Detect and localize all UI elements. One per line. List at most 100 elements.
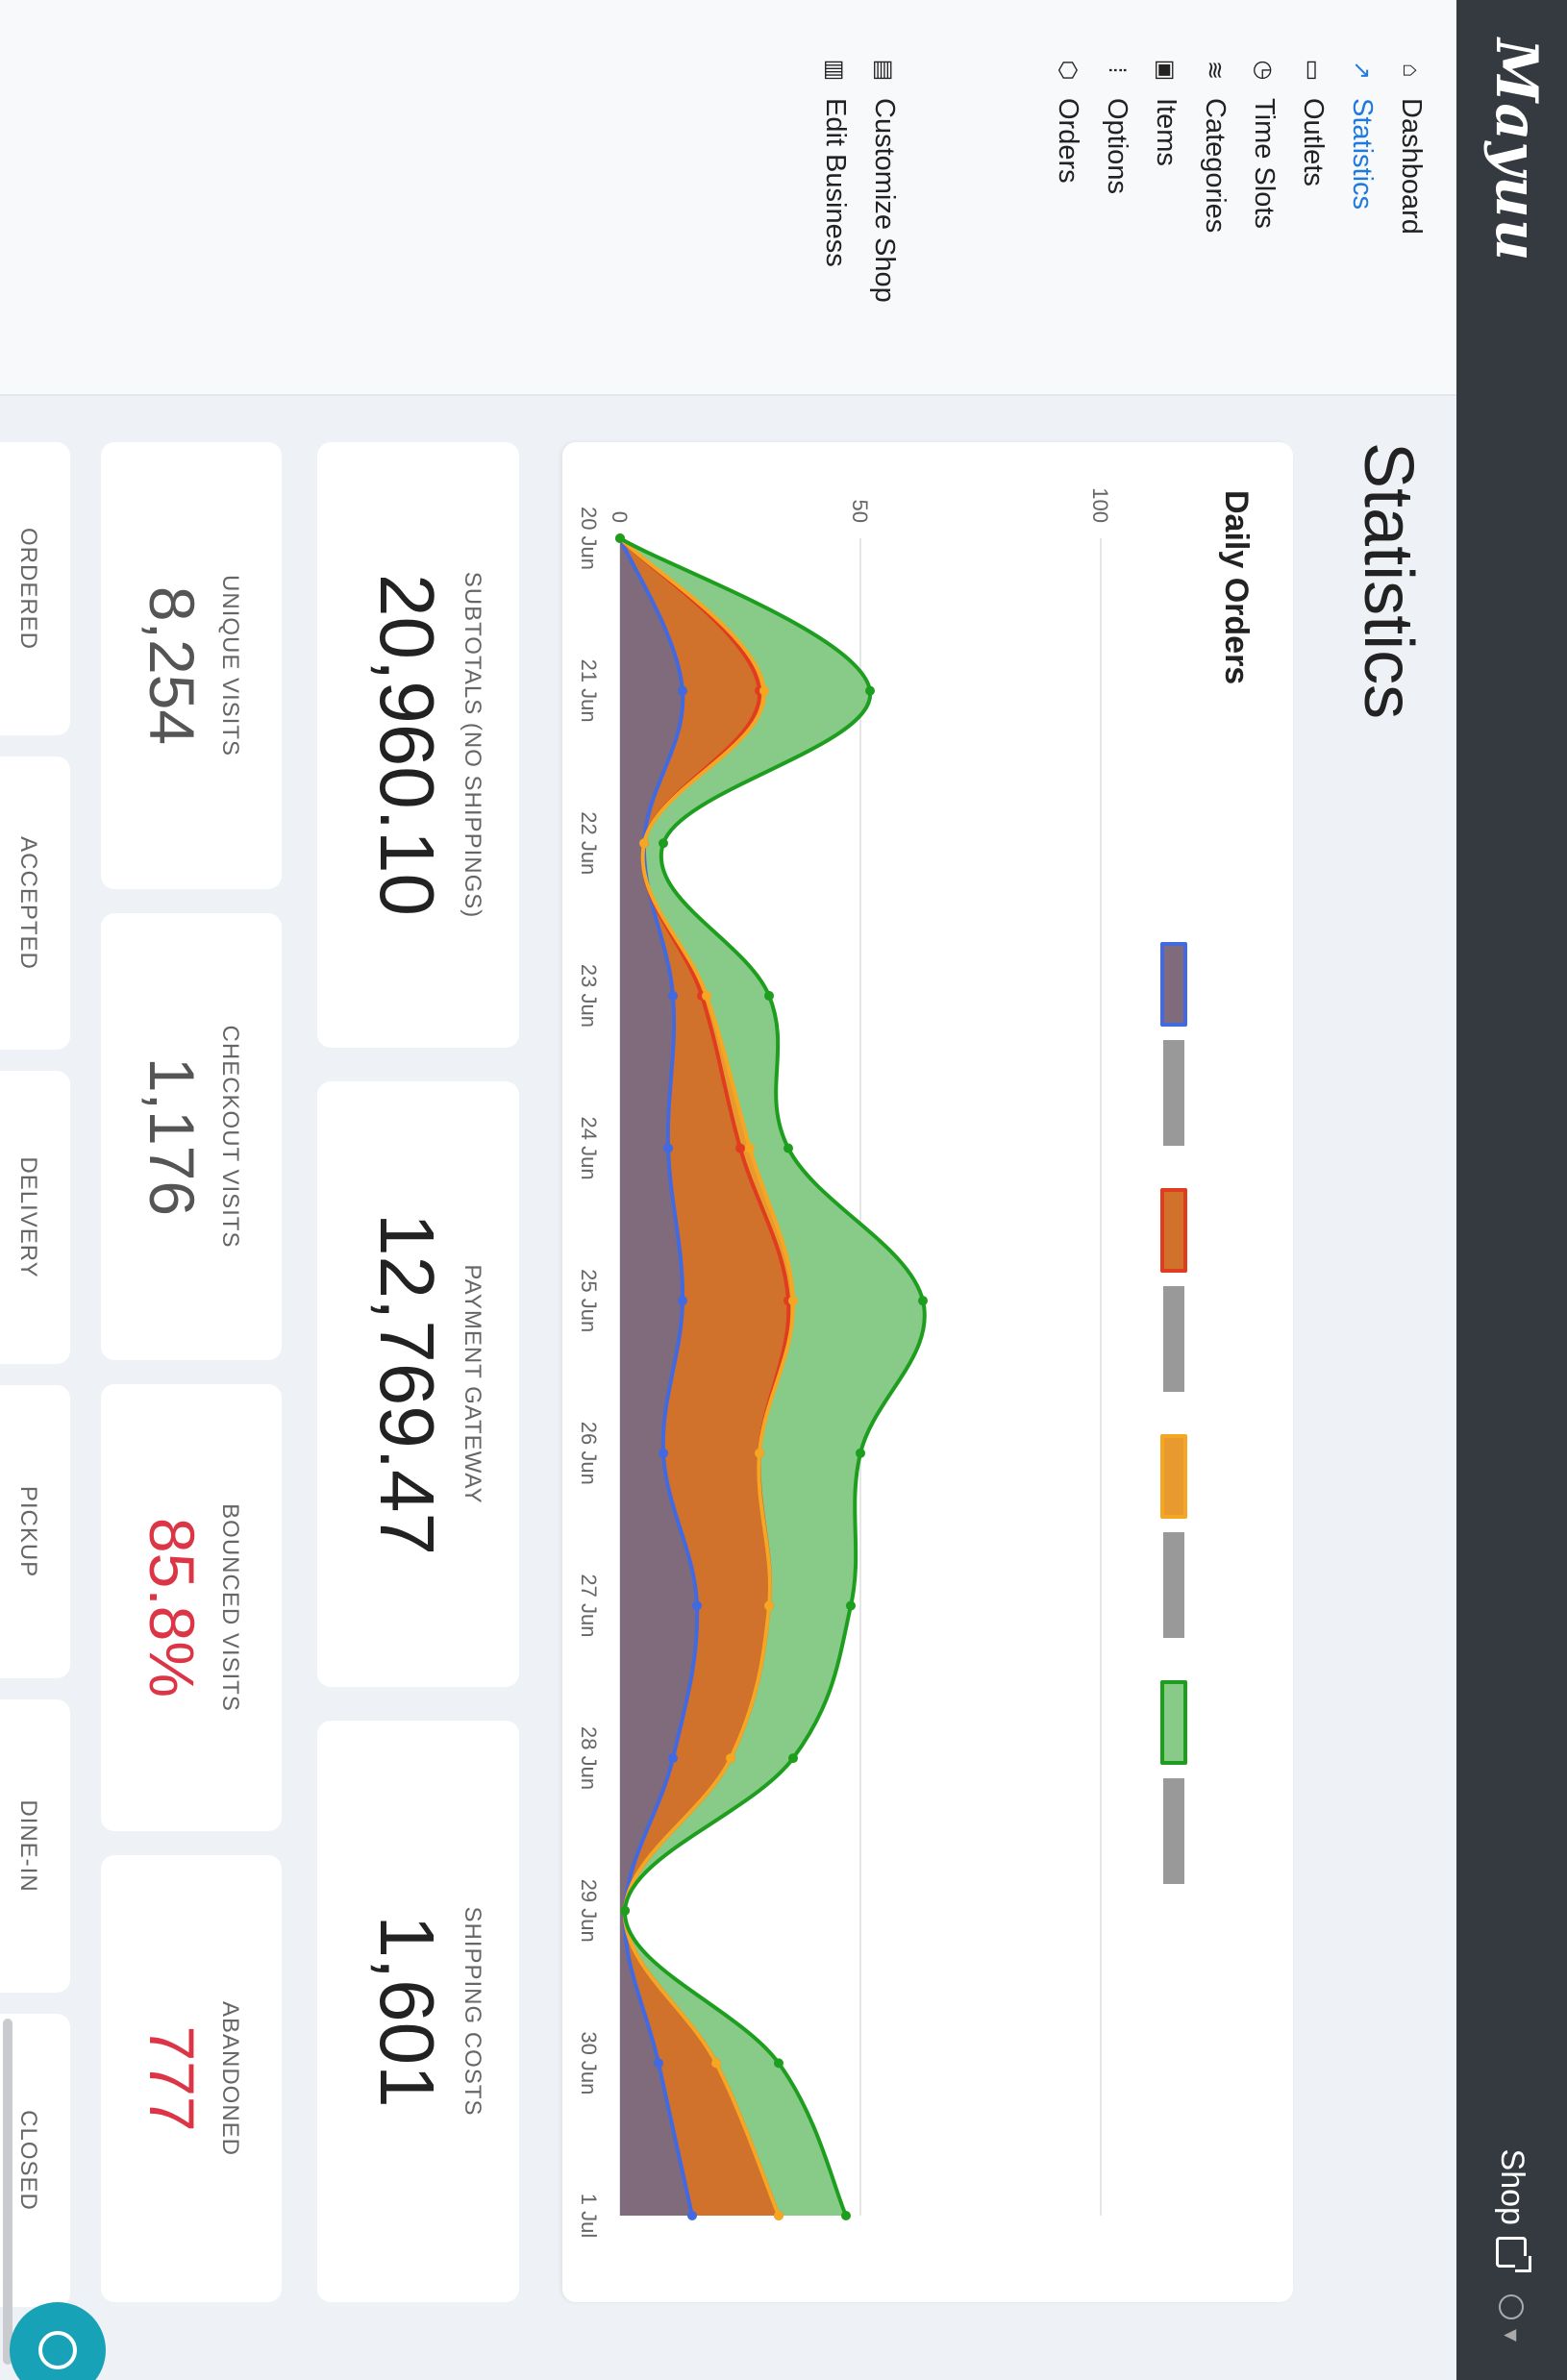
user-menu[interactable]: ▾ [1497,2293,1527,2342]
data-point [659,838,668,849]
stat-payment-gateway: PAYMENT GATEWAY 12,769.47 [317,1081,519,1687]
data-point [745,1143,755,1153]
options-icon: ⁞ [1104,66,1131,74]
sidebar-item-label: Orders [1053,98,1083,184]
x-tick-label: 30 Jun [577,2031,601,2095]
data-point [687,2211,697,2220]
data-point [654,2058,663,2069]
stat-bounced-visits: BOUNCED VISITS 85.8% [101,1384,282,1831]
top-navbar: Mayuu Shop ▾ [1456,0,1567,2380]
layers-icon: ≋ [1202,60,1228,81]
layout-icon: ▤ [871,59,897,82]
x-tick-label: 27 Jun [577,1574,601,1637]
sidebar-item-label: Customize Shop [869,98,900,303]
box-icon: ⬡ [1055,60,1081,81]
sidebar-item-customize-shop[interactable]: ▤ Customize Shop [859,58,908,303]
data-point [918,1296,928,1306]
stat-checkout-visits: CHECKOUT VISITS 1,176 [101,913,282,1360]
stat-label: UNIQUE VISITS [217,574,243,757]
app-viewport: Mayuu Shop ▾ ⌂ Dashboard ↗ Statistics ▭ Outle… [0,0,1567,2380]
sidebar: ⌂ Dashboard ↗ Statistics ▭ Outlets ◷ Time Slots… [0,0,1456,396]
data-point [678,1296,687,1306]
data-point [668,1753,678,1764]
sidebar-item-categories[interactable]: ≋ Categories [1190,58,1239,303]
data-point [659,1448,668,1458]
brand-logo[interactable]: Mayuu [1482,38,1550,261]
trend-icon: ↗ [1349,60,1375,81]
clock-icon: ◷ [1251,60,1277,81]
x-tick-label: 26 Jun [577,1422,601,1485]
sidebar-item-label: Edit Business [820,98,851,267]
data-point [846,1600,856,1611]
data-point [668,990,678,1001]
item-icon: ▣ [1153,59,1179,82]
data-point [711,2058,721,2069]
scrollbar-thumb[interactable] [3,2019,12,2365]
x-tick-label: 1 Jul [577,2194,601,2238]
sidebar-item-label: Statistics [1347,98,1378,211]
data-point [678,685,687,696]
stat-label: DELIVERY [15,1156,41,1278]
y-tick-label: 50 [848,500,872,523]
y-tick-label: 0 [608,511,632,523]
data-point [759,685,769,696]
data-point [620,1905,630,1916]
sidebar-item-outlets[interactable]: ▭ Outlets [1288,58,1337,303]
data-point [615,533,625,543]
stat-subtotals: SUBTOTALS (NO SHIPPINGS) 20,960.10 [317,442,519,1048]
sidebar-item-statistics[interactable]: ↗ Statistics [1337,58,1386,303]
data-point [692,1600,702,1611]
page-title: Statistics [1350,442,1427,720]
x-tick-label: 20 Jun [577,507,601,570]
x-tick-label: 28 Jun [577,1726,601,1790]
horizontal-scrollbar[interactable] [0,0,14,2380]
stat-label: ORDERED [15,527,41,650]
daily-orders-chart: 0 50 100 20 Jun 21 Jun 22 Jun 23 Jun 24 Jun 25 J… [577,487,1112,2238]
sidebar-item-time-slots[interactable]: ◷ Time Slots [1239,58,1288,303]
stat-value: 1,176 [137,1056,208,1217]
data-point [774,2058,784,2069]
shop-link[interactable]: Shop [1493,2149,1530,2268]
chat-icon [38,2331,77,2369]
x-tick-label: 25 Jun [577,1269,601,1332]
daily-orders-card: Daily Orders 0 50 100 20 Jun 21 Jun 22 Jun 23 … [562,442,1293,2302]
data-point [856,1448,865,1458]
stat-label: BOUNCED VISITS [217,1503,243,1712]
sidebar-item-dashboard[interactable]: ⌂ Dashboard [1386,58,1435,303]
x-tick-label: 24 Jun [577,1117,601,1180]
data-point [663,1143,673,1153]
caret-down-icon: ▾ [1498,2328,1527,2342]
sidebar-item-edit-business[interactable]: ▥ Edit Business [810,58,859,303]
stat-value: 8,254 [137,585,208,746]
sidebar-item-orders[interactable]: ⬡ Orders [1043,58,1092,303]
sidebar-item-label: Options [1102,98,1132,194]
main-content: Statistics Daily Orders 0 50 100 20 Jun 21 J… [0,394,1456,2380]
stat-label: PAYMENT GATEWAY [460,1264,485,1504]
data-point [726,1753,735,1764]
data-point [865,685,875,696]
data-point [755,1448,764,1458]
data-point [784,1143,793,1153]
sidebar-nav: ⌂ Dashboard ↗ Statistics ▭ Outlets ◷ Time Slots… [810,58,1435,303]
sidebar-item-options[interactable]: ⁞ Options [1092,58,1141,303]
stat-value: 777 [137,2025,208,2132]
sidebar-item-label: Items [1151,98,1181,166]
sidebar-item-label: Categories [1200,98,1231,234]
data-point [764,990,774,1001]
data-point [764,1600,774,1611]
map-icon: ▭ [1300,59,1326,82]
stat-abandoned: ABANDONED 777 [101,1855,282,2302]
stat-value: 85.8% [137,1517,208,1698]
data-point [639,838,649,849]
sidebar-spacer [908,58,1043,303]
stat-label: CHECKOUT VISITS [217,1025,243,1249]
sidebar-item-label: Dashboard [1396,98,1427,235]
store-icon: ⌂ [1398,62,1425,78]
sidebar-item-label: Outlets [1298,98,1329,186]
data-point [774,2211,784,2220]
stat-value: 1,601 [364,1915,450,2108]
data-point [788,1753,798,1764]
stat-unique-visits: UNIQUE VISITS 8,254 [101,442,282,889]
x-tick-label: 23 Jun [577,964,601,1028]
sidebar-item-items[interactable]: ▣ Items [1141,58,1190,303]
